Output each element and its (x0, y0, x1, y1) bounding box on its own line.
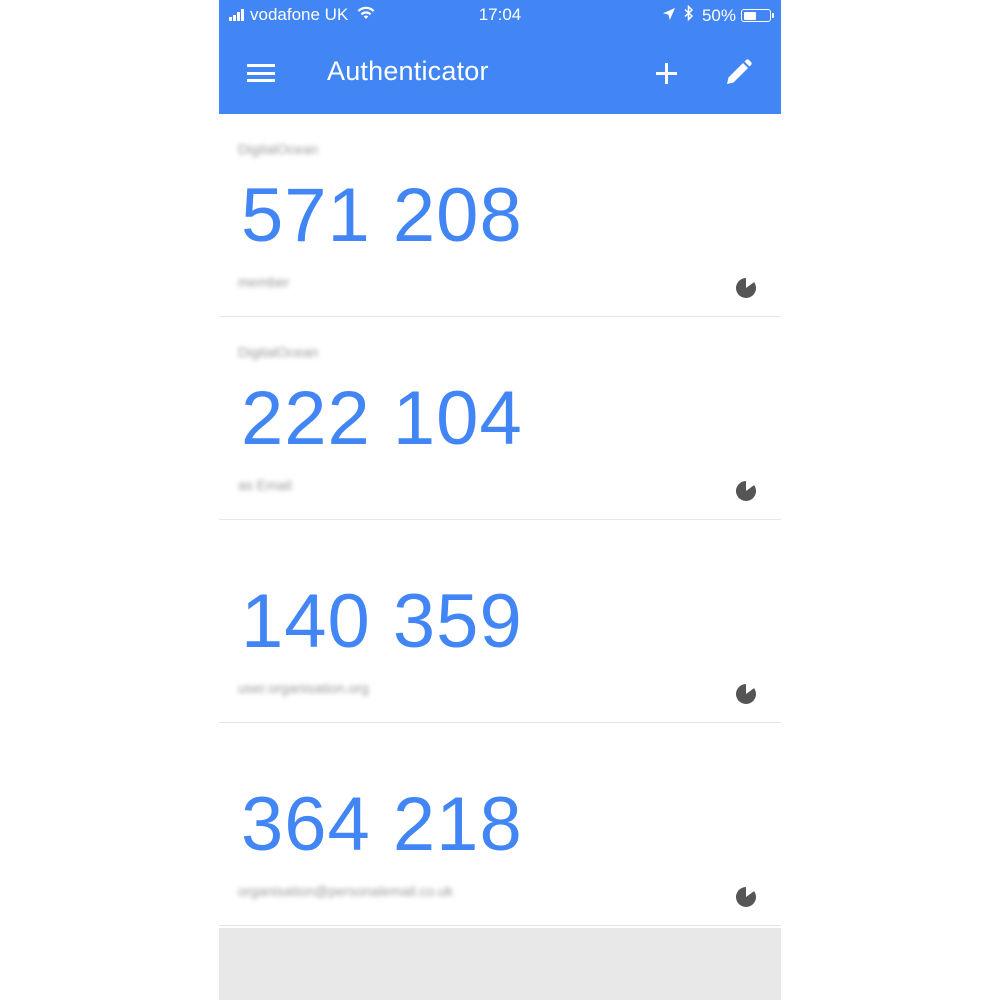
bluetooth-icon (684, 4, 694, 26)
plus-icon[interactable] (651, 58, 681, 88)
app-title: Authenticator (327, 56, 489, 86)
account-list: DigitalOcean 571 208 member DigitalOcean 222… (219, 114, 781, 926)
account-issuer: DigitalOcean (238, 141, 319, 157)
account-item[interactable]: DigitalOcean 222 104 as Email (219, 317, 781, 520)
verification-code: 364 218 (241, 782, 523, 867)
countdown-timer-icon (735, 277, 757, 299)
verification-code: 140 359 (241, 579, 523, 664)
battery-icon (741, 9, 774, 22)
account-name: organisation@personalemail.co.uk (238, 883, 453, 899)
account-name: user.organisation.org (238, 680, 369, 696)
pencil-icon[interactable] (721, 56, 755, 90)
status-bar: vodafone UK 17:04 50% (219, 0, 781, 30)
account-item[interactable]: 140 359 user.organisation.org (219, 520, 781, 723)
countdown-timer-icon (735, 480, 757, 502)
countdown-timer-icon (735, 683, 757, 705)
list-footer (219, 928, 781, 1000)
account-item[interactable]: DigitalOcean 571 208 member (219, 114, 781, 317)
account-issuer: DigitalOcean (238, 344, 319, 360)
account-name: member (238, 274, 290, 290)
verification-code: 571 208 (241, 173, 523, 258)
battery-percent: 50% (701, 5, 736, 25)
app-bar: Authenticator (219, 30, 781, 114)
verification-code: 222 104 (241, 376, 523, 461)
location-icon (662, 6, 676, 26)
account-name: as Email (238, 477, 292, 493)
status-bar-right: 50% (662, 4, 774, 26)
phone-screen: vodafone UK 17:04 50% Authenticator Digi… (219, 0, 781, 1000)
account-item[interactable]: 364 218 organisation@personalemail.co.uk (219, 723, 781, 926)
countdown-timer-icon (735, 886, 757, 908)
menu-icon[interactable] (247, 64, 275, 82)
battery-level (743, 11, 756, 20)
